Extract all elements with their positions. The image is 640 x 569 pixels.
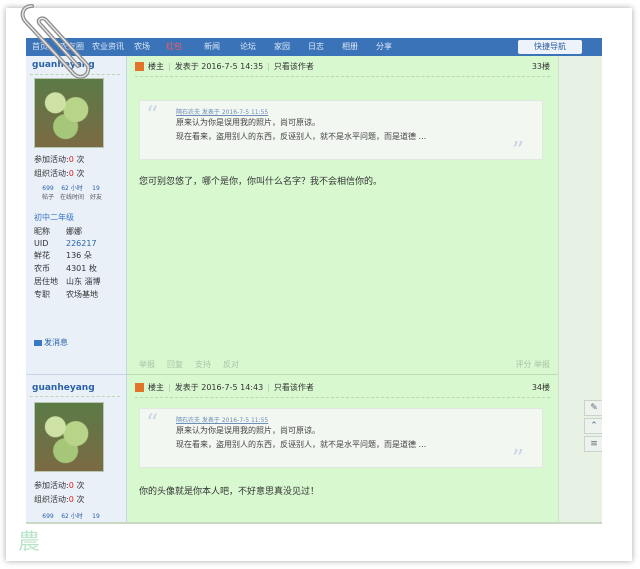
avatar[interactable] — [34, 402, 104, 472]
nav-item[interactable]: 家园 — [274, 41, 290, 52]
quote-block: “ 隔石农夫 发表于 2016-7-5 11:55 原来认为你是误用我的照片，尚… — [139, 100, 543, 165]
activity-stat: 参加活动:0 次 — [34, 155, 85, 164]
bottom-toolbar — [26, 522, 602, 524]
nav-item[interactable]: 相册 — [342, 41, 358, 52]
divider — [30, 396, 120, 397]
friend-count[interactable]: 19 — [84, 513, 108, 520]
only-author-link[interactable]: 只看该作者 — [274, 383, 314, 392]
org-activity-stat: 组织活动:0 次 — [34, 495, 85, 504]
list-icon[interactable]: ≡ — [584, 436, 602, 452]
open-quote-icon: “ — [146, 409, 159, 437]
author-icon — [135, 62, 144, 71]
report-button[interactable]: 举报 — [139, 360, 155, 369]
quick-nav-button[interactable]: 快捷导航 — [518, 40, 582, 54]
rate-button[interactable]: 评分 — [515, 360, 531, 369]
user-counts: 699 62 小时 19 — [36, 183, 108, 192]
watermark-icon: 農 — [18, 530, 41, 555]
quote-block: “ 隔石农夫 发表于 2016-7-5 11:55 原来认为你是误用我的照片，尚… — [139, 408, 543, 473]
comment-icon[interactable]: ✎ — [584, 400, 602, 416]
nav-item[interactable]: 农场 — [134, 41, 150, 52]
quote-text: 现在看来，盗用别人的东西，反诬别人，就不是水平问题，而是道德 ... — [176, 440, 427, 449]
nav-item[interactable]: 日志 — [308, 41, 324, 52]
top-icon[interactable]: ⌃ — [584, 418, 602, 434]
user-info-table: 昵称 娜娜 UID 226217 鲜花 136 朵 农币 4301 枚 居住地 山东 淄博… — [34, 227, 101, 299]
quote-source-link[interactable]: 隔石农夫 发表于 2016-7-5 11:55 — [176, 107, 268, 116]
forum-page: 首页 农友圈 农业资讯 农场 红包 新闻 论坛 家园 日志 相册 分享 快捷导航… — [26, 38, 602, 524]
user-counts: 699 62 小时 19 — [36, 511, 108, 520]
divider — [135, 76, 550, 77]
post-actions-right: 评分 举报 — [515, 359, 550, 370]
username-link[interactable]: guanheyang — [32, 383, 95, 393]
oppose-button[interactable]: 反对 — [223, 360, 239, 369]
friend-count[interactable]: 19 — [84, 185, 108, 192]
quote-text: 原来认为你是误用我的照片，尚可原谅。 — [176, 118, 320, 127]
post-header: 楼主 | 发表于 2016-7-5 14:35 | 只看该作者 — [135, 61, 314, 72]
online-time[interactable]: 62 小时 — [60, 511, 84, 520]
post-list: 楼主 | 发表于 2016-7-5 14:35 | 只看该作者 33楼 “ 隔石农夫 发… — [127, 56, 558, 524]
post-time: 发表于 2016-7-5 14:43 — [174, 383, 264, 392]
post-actions: 举报 回复 支持 反对 — [139, 359, 251, 370]
only-author-link[interactable]: 只看该作者 — [274, 62, 314, 71]
author-icon — [135, 383, 144, 392]
quote-text: 原来认为你是误用我的照片，尚可原谅。 — [176, 426, 320, 435]
org-activity-stat: 组织活动:0 次 — [34, 169, 85, 178]
post-count[interactable]: 699 — [36, 185, 60, 192]
quote-text: 现在看来，盗用别人的东西，反诬别人，就不是水平问题，而是道德 ... — [176, 132, 427, 141]
post-body: 你的头像就是你本人吧，不好意思真没见过！ — [139, 487, 320, 497]
user-level[interactable]: 初中二年级 — [34, 212, 74, 223]
nav-item[interactable]: 新闻 — [204, 41, 220, 52]
divider — [135, 397, 550, 398]
paperclip-icon — [20, 4, 91, 79]
quote-source-link[interactable]: 隔石农夫 发表于 2016-7-5 11:55 — [176, 415, 268, 424]
top-navigation: 首页 农友圈 农业资讯 农场 红包 新闻 论坛 家园 日志 相册 分享 快捷导航 — [26, 38, 602, 56]
close-quote-icon: ” — [511, 445, 524, 473]
activity-stat: 参加活动:0 次 — [34, 481, 85, 490]
floor-number[interactable]: 33楼 — [532, 61, 550, 72]
floor-number[interactable]: 34楼 — [532, 382, 550, 393]
nav-item-hongbao[interactable]: 红包 — [166, 41, 182, 52]
close-quote-icon: ” — [511, 137, 524, 165]
divider — [127, 374, 558, 375]
post-body: 您可别忽悠了，哪个是你，你叫什么名字？我不会相信你的。 — [139, 177, 383, 187]
online-time[interactable]: 62 小时 — [60, 183, 84, 192]
post-header: 楼主 | 发表于 2016-7-5 14:43 | 只看该作者 — [135, 382, 314, 393]
author-sidebar: guanheyang 参加活动:0 次 组织活动:0 次 699 62 小时 19 … — [26, 56, 127, 524]
divider — [26, 374, 126, 375]
send-message-link[interactable]: 发消息 — [34, 337, 68, 348]
support-button[interactable]: 支持 — [195, 360, 211, 369]
reply-button[interactable]: 回复 — [167, 360, 183, 369]
post-count[interactable]: 699 — [36, 513, 60, 520]
right-column — [558, 56, 602, 524]
mail-icon — [34, 339, 42, 346]
nav-item[interactable]: 分享 — [376, 41, 392, 52]
user-count-labels: 帖子 在线时间 好友 — [41, 194, 102, 201]
post-time: 发表于 2016-7-5 14:35 — [174, 62, 264, 71]
nav-item[interactable]: 论坛 — [240, 41, 256, 52]
open-quote-icon: “ — [146, 101, 159, 129]
report-button[interactable]: 举报 — [534, 360, 550, 369]
